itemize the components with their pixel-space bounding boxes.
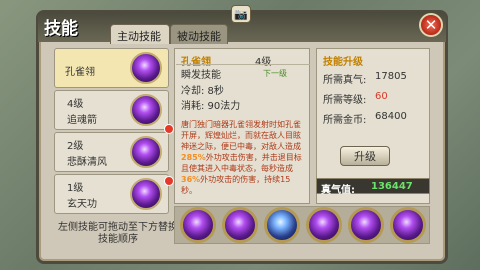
detail-skill-level: 4级 [255, 57, 272, 68]
next-level-link[interactable]: 下一级 [263, 68, 287, 79]
hotbar-skill-icon[interactable] [222, 207, 258, 243]
skill-name: 悲酥清风 [67, 157, 107, 168]
skill-list-item[interactable]: 1级 玄天功 [54, 174, 169, 214]
hotbar-skill-icon[interactable] [390, 207, 426, 243]
detail-cooldown: 冷却: 8秒 [181, 86, 224, 97]
req-value: 17805 [375, 71, 407, 82]
notification-dot [164, 124, 174, 134]
upgrade-button[interactable]: 升级 [340, 146, 390, 166]
skill-list-item[interactable]: 2级 悲酥清风 [54, 132, 169, 172]
req-label: 所需等级: [323, 95, 367, 106]
tab-active-skills[interactable]: 主动技能 [110, 24, 170, 44]
skill-list-item[interactable]: 4级 追魂箭 [54, 90, 169, 130]
close-icon[interactable]: ✕ [419, 13, 443, 37]
detail-mana: 消耗: 90法力 [181, 101, 241, 112]
hotbar-skill-icon[interactable] [264, 207, 300, 243]
skill-name: 玄天功 [67, 199, 97, 210]
skill-orb-icon [130, 52, 162, 84]
notification-dot [164, 176, 174, 186]
skill-level: 2级 [67, 141, 84, 152]
window-title: 技能 [44, 19, 78, 39]
energy-bar: 真气值: 136447 [316, 178, 430, 196]
hotbar-skill-icon[interactable] [180, 207, 216, 243]
energy-label: 真气值: [321, 185, 355, 196]
skill-detail: 孔雀翎 4级 瞬发技能 下一级 冷却: 8秒 消耗: 90法力 唐门独门暗器孔雀… [174, 48, 310, 204]
skill-list-item[interactable]: 孔雀翎 [54, 48, 169, 88]
detail-divider [176, 64, 310, 65]
skill-orb-icon [130, 94, 162, 126]
req-label: 所需真气: [323, 75, 367, 86]
skill-orb-icon [130, 178, 162, 210]
skill-orb-icon [130, 136, 162, 168]
tab-passive-skills[interactable]: 被动技能 [170, 24, 228, 44]
skill-name: 追魂箭 [67, 115, 97, 126]
upgrade-title: 技能升级 [323, 57, 363, 68]
skill-list: 孔雀翎 4级 追魂箭 2级 悲酥清风 1级 玄天功 [54, 48, 174, 218]
energy-value: 136447 [371, 181, 413, 192]
skill-name: 孔雀翎 [65, 67, 95, 78]
camera-icon[interactable]: 📷 [231, 5, 251, 23]
hotbar-skill-icon[interactable] [306, 207, 342, 243]
req-label: 所需金币: [323, 115, 367, 126]
req-value: 68400 [375, 111, 407, 122]
drag-hint: 左侧技能可拖动至下方替换技能顺序 [58, 222, 178, 245]
detail-skill-type: 瞬发技能 [181, 70, 221, 81]
skill-level: 1级 [67, 183, 84, 194]
detail-description: 唐门独门暗器孔雀翎发射时如孔雀开屏，辉煌灿烂，而就在敌人目眩神迷之际，便已中毒，… [181, 120, 302, 195]
skill-level: 4级 [67, 99, 84, 110]
hotbar-skill-icon[interactable] [348, 207, 384, 243]
req-value: 60 [375, 91, 388, 102]
